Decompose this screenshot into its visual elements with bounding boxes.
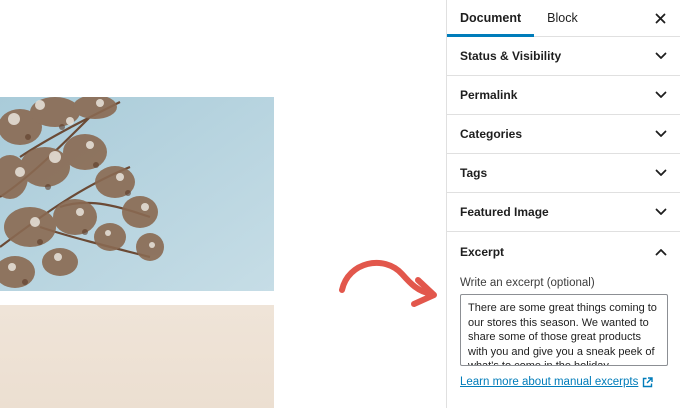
panel-tags[interactable]: Tags (447, 154, 680, 193)
external-link-icon (643, 376, 654, 387)
panel-title: Status & Visibility (460, 49, 562, 63)
panel-categories[interactable]: Categories (447, 115, 680, 154)
excerpt-panel-body: Write an excerpt (optional) There are so… (447, 271, 680, 390)
tree-photo (0, 97, 274, 291)
panel-featured-image[interactable]: Featured Image (447, 193, 680, 232)
panel-status-visibility[interactable]: Status & Visibility (447, 37, 680, 76)
chevron-up-icon (654, 245, 668, 259)
chevron-down-icon (654, 127, 668, 141)
settings-sidebar: Document Block Status & Visibility Perma… (446, 0, 680, 408)
editor-canvas (0, 0, 446, 408)
image-block-beige[interactable] (0, 305, 274, 408)
learn-more-link-text: Learn more about manual excerpts (460, 376, 639, 388)
excerpt-label: Write an excerpt (optional) (460, 277, 595, 289)
excerpt-textarea[interactable]: There are some great things coming to ou… (460, 294, 668, 366)
close-sidebar-button[interactable] (650, 8, 670, 28)
chevron-down-icon (654, 166, 668, 180)
panel-title: Categories (460, 127, 523, 141)
panel-permalink[interactable]: Permalink (447, 76, 680, 115)
panel-title: Excerpt (460, 244, 505, 259)
panel-title: Tags (460, 166, 488, 180)
panel-title: Featured Image (460, 205, 549, 219)
tab-document[interactable]: Document (447, 0, 535, 37)
pointer-arrow (334, 252, 444, 312)
chevron-down-icon (654, 49, 668, 63)
panel-title: Permalink (460, 88, 518, 102)
panel-excerpt[interactable]: Excerpt (447, 232, 680, 271)
close-icon (655, 13, 665, 23)
image-block-tree[interactable] (0, 97, 274, 291)
sidebar-tabs: Document Block (447, 0, 680, 37)
learn-more-excerpts-link[interactable]: Learn more about manual excerpts (460, 376, 654, 388)
chevron-down-icon (654, 205, 668, 219)
tab-block[interactable]: Block (534, 0, 591, 36)
chevron-down-icon (654, 88, 668, 102)
